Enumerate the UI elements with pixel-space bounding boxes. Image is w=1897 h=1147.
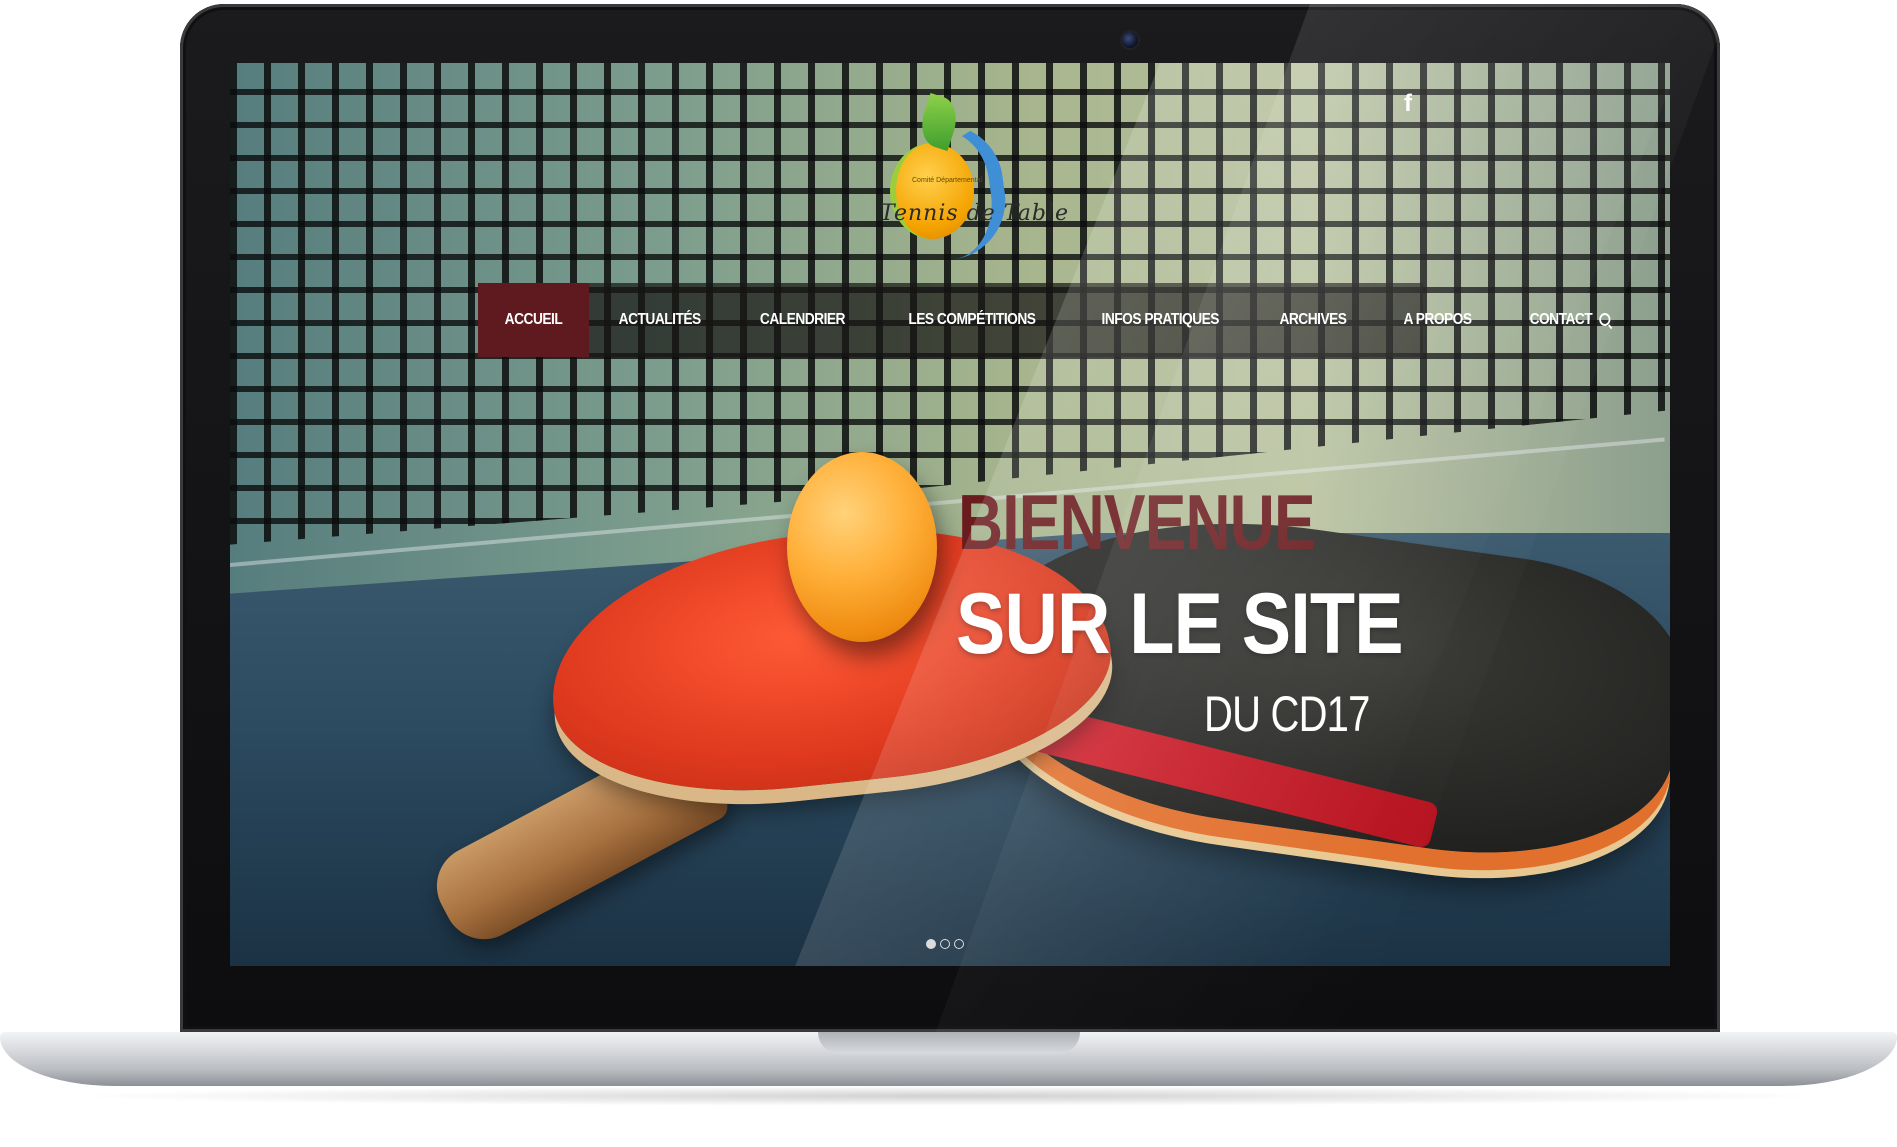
main-nav: ACCUEIL ACTUALITÉS CALENDRIER LES COMPÉT… <box>478 283 1611 357</box>
nav-item-actualites[interactable]: ACTUALITÉS <box>599 283 721 357</box>
nav-item-infos-pratiques[interactable]: INFOS PRATIQUES <box>1082 283 1239 357</box>
slider-dot-2[interactable] <box>940 939 950 949</box>
site-logo[interactable]: Comité Départemental Tennis de Table <box>860 92 1069 263</box>
nav-item-accueil[interactable]: ACCUEIL <box>478 283 589 357</box>
laptop-notch <box>818 1032 1080 1054</box>
laptop-shadow <box>60 1086 1837 1106</box>
logo-subtext: Comité Départemental <box>912 177 983 184</box>
hero-title-line1: BIENVENUE <box>958 478 1316 566</box>
nav-item-a-propos[interactable]: A PROPOS <box>1384 283 1492 357</box>
ping-pong-ball-image <box>787 452 937 642</box>
nav-item-competitions[interactable]: LES COMPÉTITIONS <box>889 283 1056 357</box>
slider-dots <box>926 939 964 949</box>
logo-text: Tennis de Table <box>880 201 1069 226</box>
nav-item-calendrier[interactable]: CALENDRIER <box>740 283 865 357</box>
nav-item-contact[interactable]: CONTACT <box>1510 283 1630 357</box>
browser-viewport: Comité Départemental Tennis de Table f A… <box>230 63 1670 966</box>
slider-dot-1[interactable] <box>926 939 936 949</box>
facebook-icon[interactable]: f <box>1400 91 1416 117</box>
search-icon[interactable] <box>1599 312 1611 326</box>
hero-title-line3: DU CD17 <box>1204 686 1370 742</box>
slider-dot-3[interactable] <box>954 939 964 949</box>
nav-item-archives[interactable]: ARCHIVES <box>1260 283 1367 357</box>
webcam-icon <box>1122 32 1138 48</box>
nav-contact-label: CONTACT <box>1529 311 1593 328</box>
hero-title-line2: SUR LE SITE <box>956 576 1404 672</box>
